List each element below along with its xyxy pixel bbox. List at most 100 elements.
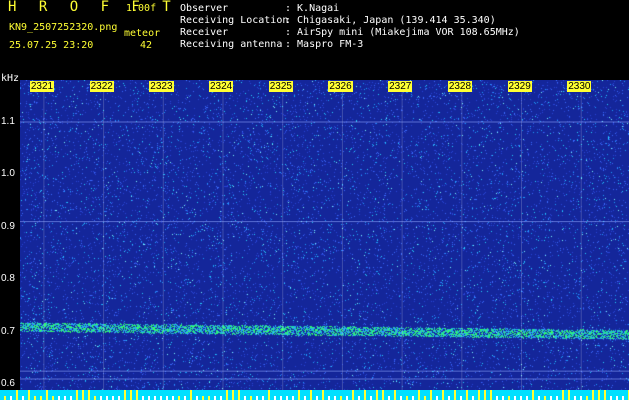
bottom-tick-mark: [226, 390, 228, 400]
bottom-tick-mark: [70, 396, 72, 400]
bottom-tick-mark: [382, 390, 384, 400]
bottom-tick-mark: [178, 396, 180, 400]
bottom-tick-mark: [616, 396, 618, 400]
bottom-tick-mark: [364, 390, 366, 400]
bottom-tick-mark: [154, 396, 156, 400]
datetime-label: 25.07.25 23:20: [9, 40, 94, 51]
x-tick-label: 2323: [149, 81, 174, 92]
bottom-tick-mark: [352, 390, 354, 400]
bottom-tick-mark: [106, 396, 108, 400]
bottom-tick-mark: [340, 396, 342, 400]
bottom-tick-mark: [376, 390, 378, 400]
x-tick-label: 2321: [29, 81, 55, 92]
y-tick-label: 1.0: [1, 168, 15, 180]
bottom-tick-mark: [214, 396, 216, 400]
bottom-tick-mark: [82, 390, 84, 400]
bottom-tick-mark: [280, 396, 282, 400]
x-tick-label: 2330: [567, 81, 592, 92]
bottom-tick-mark: [196, 396, 198, 400]
bottom-tick-mark: [610, 396, 612, 400]
bottom-tick-mark: [568, 390, 570, 400]
bottom-tick-mark: [220, 396, 222, 400]
bottom-tick-mark: [520, 396, 522, 400]
bottom-tick-mark: [136, 390, 138, 400]
x-tick-label: 2328: [447, 81, 473, 92]
spectrogram-window: H R O F F T 1.00f KN9_2507252320.png met…: [0, 0, 629, 400]
bottom-tick-mark: [238, 390, 240, 400]
bottom-tick-mark: [52, 396, 54, 400]
bottom-tick-mark: [436, 396, 438, 400]
mode-label: meteor: [124, 28, 161, 39]
bottom-tick-mark: [502, 396, 504, 400]
bottom-tick-mark: [28, 390, 30, 400]
receiver-label: Receiver: [180, 27, 229, 38]
bottom-tick-mark: [586, 396, 588, 400]
bottom-tick-mark: [268, 390, 270, 400]
bottom-tick-mark: [166, 396, 168, 400]
y-tick-label: 0.9: [1, 220, 15, 232]
bottom-tick-mark: [388, 396, 390, 400]
bottom-tick-mark: [304, 396, 306, 400]
bottom-tick-mark: [514, 396, 516, 400]
bottom-tick-mark: [346, 396, 348, 400]
bottom-tick-mark: [478, 390, 480, 400]
y-tick-label: 0.7: [1, 325, 15, 337]
bottom-tick-mark: [202, 396, 204, 400]
bottom-tick-mark: [418, 390, 420, 400]
bottom-tick-mark: [490, 390, 492, 400]
location-value: : Chigasaki, Japan (139.414 35.340): [285, 15, 496, 26]
bottom-tick-mark: [442, 390, 444, 400]
bottom-tick-mark: [370, 396, 372, 400]
bottom-tick-mark: [88, 390, 90, 400]
bottom-tick-mark: [532, 390, 534, 400]
bottom-tick-mark: [448, 396, 450, 400]
bottom-tick-mark: [598, 390, 600, 400]
bottom-tick-mark: [484, 390, 486, 400]
bottom-tick-mark: [76, 390, 78, 400]
bottom-tick-mark: [526, 396, 528, 400]
bottom-tick-mark: [232, 390, 234, 400]
bottom-tick-mark: [262, 396, 264, 400]
x-tick-label: 2324: [209, 81, 234, 92]
bottom-tick-mark: [100, 396, 102, 400]
bottom-tick-mark: [244, 396, 246, 400]
bottom-tick-mark: [406, 396, 408, 400]
x-tick-label: 2322: [89, 81, 114, 92]
observer-value: : K.Nagai: [285, 3, 340, 14]
x-tick-label: 2326: [328, 81, 353, 92]
antenna-label: Receiving antenna: [180, 39, 283, 50]
bottom-tick-mark: [508, 396, 510, 400]
spectrogram-overlay: [20, 92, 629, 400]
bottom-tick-mark: [160, 396, 162, 400]
y-tick-label: 0.8: [1, 273, 15, 285]
bottom-tick-mark: [64, 396, 66, 400]
location-label: Receiving Location: [180, 15, 289, 26]
filename-label: KN9_2507252320.png: [9, 22, 118, 33]
count-label: 42: [140, 40, 153, 51]
bottom-tick-mark: [46, 390, 48, 400]
bottom-tick-mark: [286, 396, 288, 400]
bottom-tick-mark: [298, 390, 300, 400]
bottom-tick-mark: [538, 396, 540, 400]
bottom-tick-mark: [208, 396, 210, 400]
bottom-tick-mark: [496, 396, 498, 400]
bottom-tick-mark: [292, 396, 294, 400]
y-axis-label: kHz: [1, 73, 20, 84]
bottom-tick-mark: [34, 396, 36, 400]
bottom-tick-mark: [112, 396, 114, 400]
bottom-tick-mark: [394, 390, 396, 400]
bottom-tick-mark: [22, 396, 24, 400]
bottom-tick-mark: [10, 396, 12, 400]
x-tick-label: 2327: [388, 81, 413, 92]
bottom-tick-mark: [130, 390, 132, 400]
bottom-tick-mark: [250, 396, 252, 400]
receiver-value: : AirSpy mini (Miakejima VOR 108.65MHz): [285, 27, 520, 38]
bottom-tick-mark: [310, 390, 312, 400]
bottom-tick-mark: [622, 396, 624, 400]
bottom-tick-mark: [358, 396, 360, 400]
bottom-tick-mark: [580, 396, 582, 400]
bottom-tick-mark: [184, 396, 186, 400]
bottom-scale-ticks: [4, 390, 629, 400]
version-label: 1.00f: [126, 3, 157, 14]
bottom-tick-mark: [334, 396, 336, 400]
